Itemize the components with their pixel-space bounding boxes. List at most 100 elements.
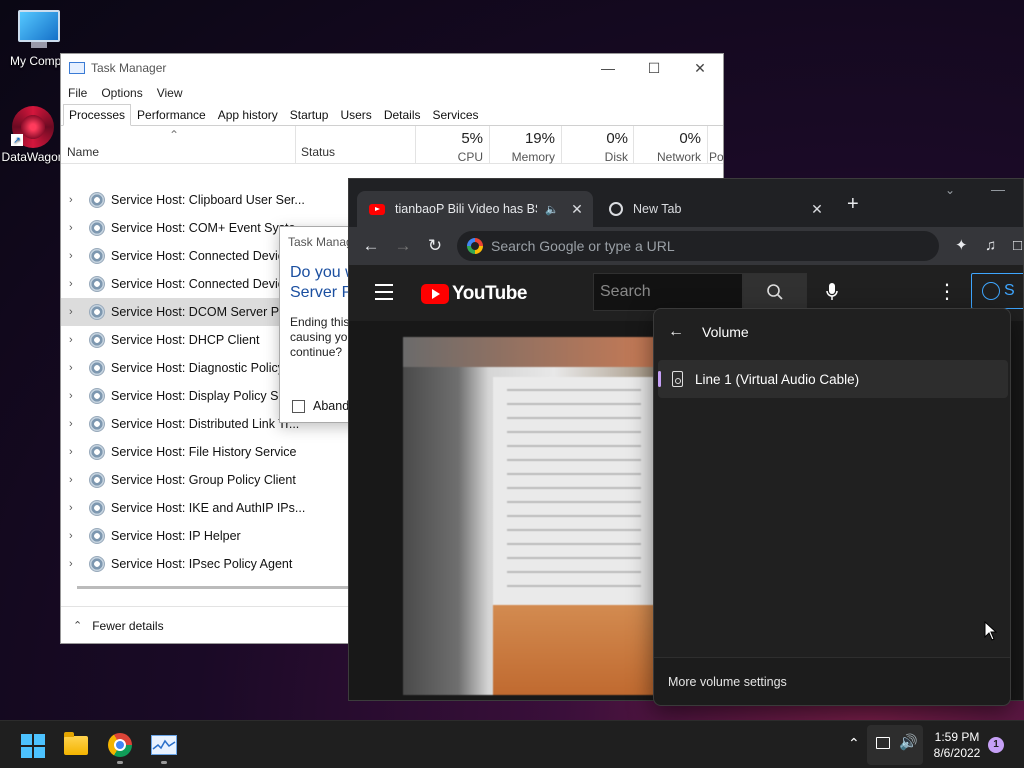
file-explorer-button[interactable]: [62, 731, 90, 759]
expand-chevron-icon[interactable]: ›: [69, 278, 83, 290]
expand-chevron-icon[interactable]: ›: [69, 418, 83, 430]
media-controls-icon[interactable]: ♫: [985, 227, 996, 265]
expand-chevron-icon[interactable]: ›: [69, 306, 83, 318]
expand-chevron-icon[interactable]: ›: [69, 194, 83, 206]
expand-chevron-icon[interactable]: ›: [69, 222, 83, 234]
column-header-cpu[interactable]: 5% CPU: [421, 130, 483, 164]
network-label: Network: [656, 150, 701, 164]
minimize-button[interactable]: —: [585, 54, 631, 82]
tab-users[interactable]: Users: [334, 104, 377, 125]
menu-file[interactable]: File: [68, 86, 87, 100]
start-button[interactable]: [18, 731, 46, 759]
account-circle-icon: [982, 281, 1000, 300]
sign-in-text: S: [1004, 282, 1015, 299]
maximize-button[interactable]: ☐: [631, 54, 677, 82]
tab-services[interactable]: Services: [427, 104, 485, 125]
volume-icon: 🔊: [899, 734, 918, 751]
tab-close-icon[interactable]: ✕: [567, 201, 587, 218]
tab-startup[interactable]: Startup: [284, 104, 335, 125]
back-button[interactable]: ←: [355, 236, 387, 256]
tab-youtube[interactable]: tianbaoP Bili Video has BSOD 🔈 ✕: [357, 191, 593, 227]
back-arrow-icon[interactable]: ←: [668, 323, 684, 341]
menu-view[interactable]: View: [157, 86, 183, 100]
expand-chevron-icon[interactable]: ›: [69, 502, 83, 514]
abandon-unsaved-checkbox[interactable]: Aband: [292, 399, 349, 413]
show-hidden-icons-chevron[interactable]: ⌃: [848, 735, 860, 752]
column-header-name[interactable]: Name: [67, 145, 99, 159]
window-title: Task Manager: [91, 61, 167, 75]
fewer-details-link[interactable]: Fewer details: [92, 619, 163, 633]
new-tab-button[interactable]: +: [847, 193, 859, 216]
video-player[interactable]: [403, 337, 655, 695]
tab-search-chevron-icon[interactable]: ⌄: [945, 183, 955, 197]
memory-percent: 19%: [524, 130, 555, 147]
expand-chevron-icon[interactable]: ›: [69, 250, 83, 262]
clock-date: 8/6/2022: [933, 746, 981, 760]
mouse-cursor-icon: [984, 621, 998, 641]
tab-close-icon[interactable]: ✕: [807, 201, 827, 218]
more-options-icon[interactable]: ⋮: [937, 279, 957, 304]
tab-app-history[interactable]: App history: [212, 104, 284, 125]
microphone-icon[interactable]: [825, 282, 839, 307]
audio-device-item[interactable]: Line 1 (Virtual Audio Cable): [658, 360, 1008, 398]
menu-bar: File Options View: [61, 82, 723, 104]
clock-time: 1:59 PM: [934, 730, 980, 744]
expand-chevron-icon[interactable]: ›: [69, 362, 83, 374]
disk-label: Disk: [604, 150, 628, 164]
tab-details[interactable]: Details: [378, 104, 427, 125]
column-header-power[interactable]: Po: [709, 130, 724, 164]
chrome-favicon-icon: [609, 202, 623, 216]
clock[interactable]: 1:59 PM 8/6/2022: [926, 729, 988, 761]
task-manager-titlebar[interactable]: Task Manager — ☐ ✕: [61, 54, 723, 82]
youtube-logo-text: YouTube: [452, 283, 527, 304]
omnibox[interactable]: Search Google or type a URL: [457, 231, 939, 261]
more-volume-settings-link[interactable]: More volume settings: [654, 657, 1010, 705]
youtube-search-input[interactable]: Search: [593, 273, 743, 311]
service-gear-icon: [89, 472, 105, 488]
network-percent: 0%: [679, 130, 701, 147]
tab-new-tab[interactable]: New Tab ✕: [597, 191, 833, 227]
task-manager-icon: [151, 735, 177, 755]
process-name: Service Host: Clipboard User Ser...: [111, 193, 305, 207]
column-header-memory[interactable]: 19% Memory: [493, 130, 555, 164]
youtube-logo[interactable]: YouTube: [421, 283, 527, 305]
tab-bar: Processes Performance App history Startu…: [61, 104, 723, 126]
service-gear-icon: [89, 500, 105, 516]
expand-chevron-icon[interactable]: ›: [69, 474, 83, 486]
chrome-taskbar-button[interactable]: [106, 731, 134, 759]
expand-chevron-icon[interactable]: ›: [69, 446, 83, 458]
expand-chevron-icon[interactable]: ›: [69, 558, 83, 570]
service-gear-icon: [89, 416, 105, 432]
audio-playing-icon[interactable]: 🔈: [545, 203, 559, 216]
service-gear-icon: [89, 556, 105, 572]
checkbox-box[interactable]: [292, 399, 305, 413]
menu-options[interactable]: Options: [101, 86, 142, 100]
reload-button[interactable]: ↻: [419, 236, 451, 256]
expand-chevron-icon[interactable]: ›: [69, 390, 83, 402]
tab-performance[interactable]: Performance: [131, 104, 212, 125]
minimize-button[interactable]: —: [991, 181, 1005, 197]
notification-badge[interactable]: 1: [988, 737, 1004, 753]
extensions-puzzle-icon[interactable]: ✦: [955, 227, 968, 265]
column-header-disk[interactable]: 0% Disk: [565, 130, 628, 164]
close-button[interactable]: ✕: [677, 54, 723, 82]
expand-chevron-icon[interactable]: ›: [69, 334, 83, 346]
expand-chevron-icon[interactable]: ›: [69, 530, 83, 542]
sign-in-button[interactable]: S: [971, 273, 1023, 309]
taskbar: ⌃ 🔊 1:59 PM 8/6/2022 1: [0, 720, 1024, 768]
forward-button[interactable]: →: [387, 236, 419, 256]
column-header-status[interactable]: Status: [301, 145, 335, 159]
task-manager-taskbar-button[interactable]: [150, 731, 178, 759]
chrome-toolbar: ← → ↻ Search Google or type a URL ✦ ♫ □: [349, 227, 1023, 265]
datawagon-icon: ↗: [11, 106, 55, 148]
side-panel-icon[interactable]: □: [1013, 227, 1023, 265]
youtube-search-button[interactable]: [743, 273, 807, 311]
service-gear-icon: [89, 248, 105, 264]
process-name: Service Host: DCOM Server Proc: [111, 305, 297, 319]
horizontal-scrollbar[interactable]: [77, 586, 377, 589]
audio-device-label: Line 1 (Virtual Audio Cable): [695, 371, 860, 387]
tab-processes[interactable]: Processes: [63, 104, 132, 126]
column-header-network[interactable]: 0% Network: [637, 130, 701, 164]
sort-caret-icon: ⌃: [169, 128, 180, 142]
hamburger-menu-icon[interactable]: [375, 284, 393, 305]
